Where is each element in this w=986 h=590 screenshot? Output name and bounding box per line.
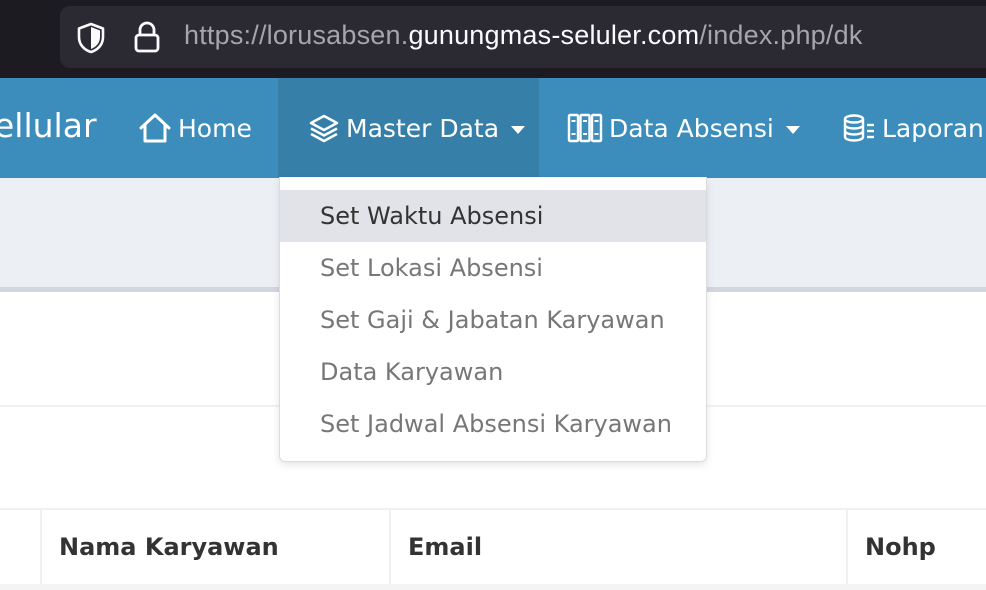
menu-item-data-karyawan[interactable]: Data Karyawan — [280, 346, 706, 398]
url-text[interactable]: https://lorusabsen.gunungmas-seluler.com… — [184, 20, 863, 51]
menu-item-set-gaji-jabatan[interactable]: Set Gaji & Jabatan Karyawan — [280, 294, 706, 346]
nav-absensi-label: Data Absensi — [609, 113, 774, 143]
column-header-nama[interactable]: Nama Karyawan — [59, 510, 279, 584]
menu-item-set-jadwal-absensi[interactable]: Set Jadwal Absensi Karyawan — [280, 398, 706, 450]
nav-home[interactable]: Home — [138, 78, 252, 178]
browser-toolbar: https://lorusabsen.gunungmas-seluler.com… — [0, 0, 986, 78]
nav-master-data[interactable]: Master Data — [278, 78, 539, 178]
url-prefix: https://lorusabsen. — [184, 20, 409, 50]
column-header-nohp[interactable]: Nohp — [865, 510, 936, 584]
nav-laporan[interactable]: Laporan — [842, 78, 984, 178]
url-host: gunungmas-seluler.com — [408, 20, 700, 50]
column-header-email[interactable]: Email — [408, 510, 482, 584]
brand-logo-text[interactable]: ellular — [0, 106, 97, 145]
nav-home-label: Home — [178, 113, 252, 143]
nav-laporan-label: Laporan — [882, 113, 984, 143]
menu-item-set-lokasi-absensi[interactable]: Set Lokasi Absensi — [280, 242, 706, 294]
column-divider — [40, 510, 42, 584]
column-divider — [846, 510, 848, 584]
table-header-row: Nama Karyawan Email Nohp — [0, 508, 986, 584]
main-navbar: ellular Home Master Data Data Absensi La… — [0, 78, 986, 178]
table-row — [0, 584, 986, 590]
lock-icon[interactable] — [132, 20, 162, 54]
database-list-icon — [843, 114, 874, 142]
master-data-dropdown-menu: Set Waktu Absensi Set Lokasi Absensi Set… — [279, 177, 707, 462]
nav-master-label: Master Data — [346, 113, 500, 143]
caret-down-icon — [511, 125, 526, 134]
archive-binders-icon — [567, 113, 603, 143]
home-icon — [139, 113, 171, 143]
caret-down-icon — [785, 125, 800, 134]
shield-icon[interactable] — [76, 22, 106, 54]
menu-item-set-waktu-absensi[interactable]: Set Waktu Absensi — [280, 190, 706, 242]
url-path: /index.php/dk — [699, 20, 863, 50]
nav-data-absensi[interactable]: Data Absensi — [567, 78, 800, 178]
layers-icon — [309, 114, 339, 143]
column-divider — [389, 510, 391, 584]
